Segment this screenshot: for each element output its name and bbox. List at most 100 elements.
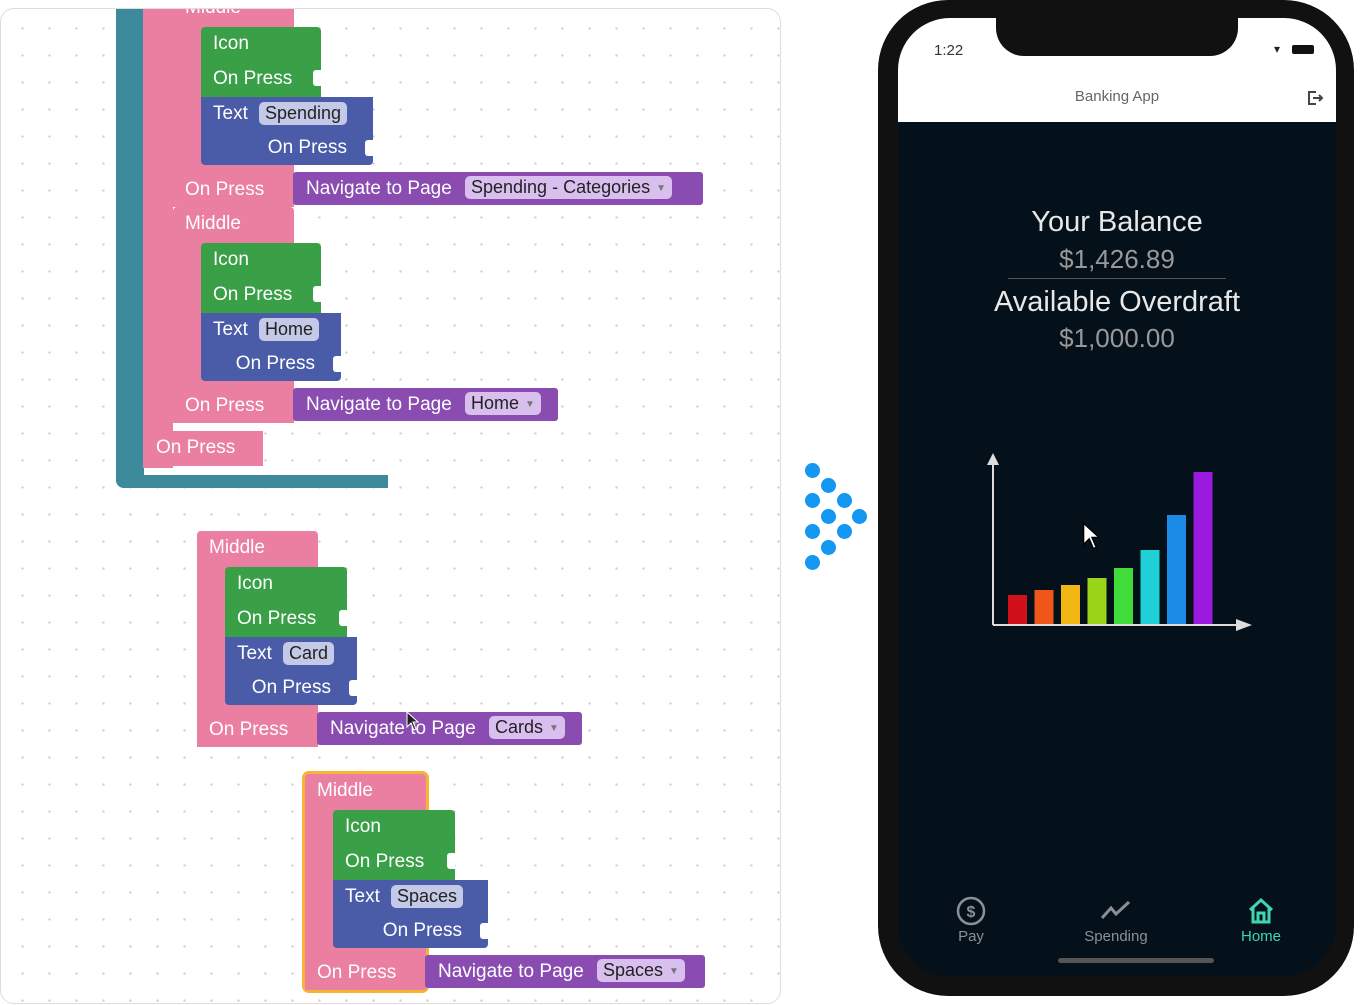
overdraft-label: Available Overdraft xyxy=(993,286,1241,318)
page-dropdown[interactable]: Cards ▼ xyxy=(489,716,565,739)
navigate-block[interactable]: Navigate to Page Spaces ▼ xyxy=(425,955,705,988)
text-on-press-label: On Press xyxy=(235,353,315,374)
mouse-cursor-icon xyxy=(406,711,420,731)
svg-text:$: $ xyxy=(967,904,976,921)
battery-icon xyxy=(1292,45,1314,54)
chart-bar xyxy=(1193,472,1213,625)
on-press-row[interactable]: On Press xyxy=(173,388,294,423)
text-on-press-label: On Press xyxy=(251,677,331,698)
chart-bar xyxy=(1167,515,1186,625)
home-indicator xyxy=(1058,958,1214,963)
text-block[interactable]: Text Spending On Press xyxy=(201,97,373,165)
text-value-field[interactable]: Spending xyxy=(259,102,348,125)
page-dropdown[interactable]: Home ▼ xyxy=(465,392,541,415)
dollar-circle-icon: $ xyxy=(926,896,1016,928)
home-icon xyxy=(1216,896,1306,928)
tab-label: Pay xyxy=(958,928,984,945)
icon-block[interactable]: Icon On Press xyxy=(333,810,455,880)
outer-on-press-label: On Press xyxy=(156,437,236,458)
text-value-field[interactable]: Card xyxy=(283,642,335,665)
text-label: Text xyxy=(237,643,272,664)
text-block[interactable]: Text Spaces On Press xyxy=(333,880,488,948)
navigate-block[interactable]: Navigate to Page Spending - Categories ▼ xyxy=(293,172,703,205)
on-press-label: On Press xyxy=(185,395,265,416)
connector-notch xyxy=(447,853,455,869)
icon-on-press-label: On Press xyxy=(237,608,317,629)
icon-label: Icon xyxy=(237,573,273,594)
tab-home[interactable]: Home xyxy=(1216,896,1306,945)
text-on-press-label: On Press xyxy=(382,920,462,941)
on-press-row[interactable]: On Press xyxy=(197,712,318,747)
trend-line-icon xyxy=(1071,896,1161,928)
middle-label: Middle xyxy=(317,780,373,801)
text-block[interactable]: Text Card On Press xyxy=(225,637,357,705)
arrow-dot xyxy=(821,540,836,555)
chart-bar xyxy=(1034,590,1054,625)
icon-on-press-label: On Press xyxy=(345,851,425,872)
text-value-field[interactable]: Spaces xyxy=(391,885,464,908)
outer-middle-block[interactable] xyxy=(143,9,173,468)
outer-on-press-row[interactable]: On Press xyxy=(143,431,263,466)
page-value: Cards xyxy=(495,717,544,737)
on-press-row[interactable]: On Press xyxy=(173,172,294,207)
page-dropdown[interactable]: Spending - Categories ▼ xyxy=(465,176,673,199)
arrow-dot xyxy=(805,463,820,478)
on-press-label: On Press xyxy=(185,179,265,200)
icon-label: Icon xyxy=(213,33,249,54)
app-title: Banking App xyxy=(1074,88,1160,105)
text-label: Text xyxy=(345,886,380,907)
connector-notch xyxy=(480,923,488,939)
navigate-block[interactable]: Navigate to Page Cards ▼ xyxy=(317,712,582,745)
tab-pay[interactable]: $ Pay xyxy=(926,896,1016,945)
y-axis-arrow xyxy=(987,453,999,465)
navigate-block[interactable]: Navigate to Page Home ▼ xyxy=(293,388,558,421)
arrow-dot xyxy=(852,509,867,524)
text-block[interactable]: Text Home On Press xyxy=(201,313,341,381)
container-block[interactable] xyxy=(116,9,144,488)
arrow-dot xyxy=(805,524,820,539)
x-axis-arrow xyxy=(1236,619,1252,631)
arrow-dot xyxy=(837,524,852,539)
navigate-label: Navigate to Page xyxy=(330,718,476,739)
on-press-label: On Press xyxy=(317,962,397,983)
chart-bar xyxy=(1008,595,1027,625)
logout-icon[interactable] xyxy=(1306,89,1324,107)
container-block-bottom[interactable] xyxy=(116,475,388,488)
page-value: Spaces xyxy=(603,960,664,980)
arrow-dot xyxy=(805,493,820,508)
arrow-dot xyxy=(821,478,836,493)
icon-block[interactable]: Icon On Press xyxy=(201,243,321,313)
text-label: Text xyxy=(213,103,248,124)
connector-notch xyxy=(349,680,357,696)
text-value-field[interactable]: Home xyxy=(259,318,320,341)
tab-label: Spending xyxy=(1084,928,1148,945)
wifi-icon: ▾ xyxy=(1274,42,1281,56)
page-value: Spending - Categories xyxy=(471,177,651,197)
mouse-cursor-icon xyxy=(1082,522,1101,550)
overdraft-value: $1,000.00 xyxy=(1059,323,1175,353)
balance-label: Your Balance xyxy=(1031,206,1203,238)
icon-block[interactable]: Icon On Press xyxy=(201,27,321,97)
balance-value: $1,426.89 xyxy=(1059,244,1175,274)
tab-spending[interactable]: Spending xyxy=(1071,896,1161,945)
on-press-label: On Press xyxy=(209,719,289,740)
block-canvas[interactable]: On Press MiddleIconOn PressTextSpendingO… xyxy=(0,8,781,1004)
icon-label: Icon xyxy=(213,249,249,270)
on-press-row[interactable]: On Press xyxy=(305,955,426,990)
divider xyxy=(1008,278,1226,279)
chart-bar xyxy=(1114,568,1133,625)
chart-bar xyxy=(1061,585,1080,625)
arrow-dot xyxy=(805,555,820,570)
icon-block[interactable]: Icon On Press xyxy=(225,567,347,637)
chevron-down-icon: ▼ xyxy=(525,398,535,410)
app-header: 1:22 ▾ Banking App xyxy=(898,18,1336,122)
arrow-dot xyxy=(821,509,836,524)
middle-label: Middle xyxy=(185,9,241,19)
text-on-press-label: On Press xyxy=(267,137,347,158)
navigate-label: Navigate to Page xyxy=(306,178,452,199)
connector-notch xyxy=(313,286,321,302)
icon-on-press-label: On Press xyxy=(213,68,293,89)
chevron-down-icon: ▼ xyxy=(669,965,679,977)
page-dropdown[interactable]: Spaces ▼ xyxy=(597,959,685,982)
spending-bar-chart xyxy=(987,453,1252,631)
